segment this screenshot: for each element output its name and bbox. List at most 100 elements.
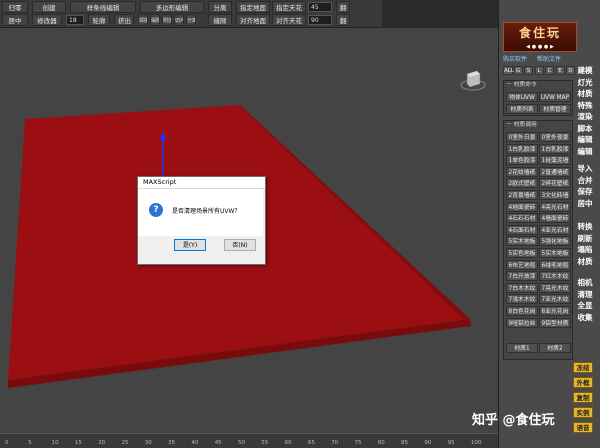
help-link[interactable]: 帮助文件: [537, 56, 561, 63]
filter-c[interactable]: C: [545, 66, 554, 75]
align-ceiling-button[interactable]: 对齐天花: [272, 14, 306, 26]
material-preset-button[interactable]: 6绒毛地毯: [539, 259, 571, 270]
material-cmd-button[interactable]: 物体UVW: [506, 92, 538, 102]
material-preset-button[interactable]: 9哑铝拉丝: [506, 317, 538, 328]
material-preset-button[interactable]: 4墙面瓷砖: [539, 213, 571, 224]
material-preset-button[interactable]: 2碎花壁纸: [539, 178, 571, 189]
material-preset-button[interactable]: 7亮光木纹: [539, 282, 571, 293]
side-tool-button[interactable]: 居中: [575, 198, 595, 209]
quick-tool-button[interactable]: 外框: [573, 377, 593, 388]
detach-button[interactable]: 分离: [208, 1, 232, 13]
material-preset-button[interactable]: 1白乳胶漆: [539, 143, 571, 154]
buy-link[interactable]: 购买软件: [503, 56, 527, 63]
material-preset-button[interactable]: 1硅藻泥墙: [539, 155, 571, 166]
gap-button[interactable]: 缝隙: [208, 14, 232, 26]
reset-button[interactable]: 归零: [2, 1, 28, 13]
side-tool-button[interactable]: 渲染: [575, 111, 595, 122]
material-cmd-button[interactable]: 材质列表: [506, 104, 538, 114]
assign-floor-button[interactable]: 指定地面: [236, 1, 270, 13]
extrude-button[interactable]: 挤出: [114, 14, 134, 26]
material-preset-button[interactable]: 1白乳胶漆: [506, 143, 538, 154]
material-preset-button[interactable]: 2背景墙纸: [506, 190, 538, 200]
material-preset-button[interactable]: 3文化砖墙: [539, 190, 571, 200]
collapse-button[interactable]: 塌陷: [150, 14, 160, 26]
spline-edit-button[interactable]: 样条线编辑: [70, 1, 136, 13]
side-tool-button[interactable]: 编辑: [575, 146, 595, 157]
material-preset-button[interactable]: 6布艺地毯: [506, 259, 538, 270]
modifier-button[interactable]: 修改器: [32, 14, 62, 26]
group-title[interactable]: － 材质命令: [504, 81, 572, 90]
side-tool-button[interactable]: 脚本: [575, 123, 595, 134]
side-tool-button[interactable]: 特殊: [575, 100, 595, 111]
quick-tool-button[interactable]: 实例: [573, 407, 593, 418]
material-preset-button[interactable]: 7白开放漆: [506, 271, 538, 282]
material-preset-button[interactable]: 5强化地板: [539, 236, 571, 247]
filter-all[interactable]: ALL: [503, 66, 514, 75]
side-tool-button[interactable]: 保存: [575, 186, 595, 197]
material-preset-button[interactable]: 7浅木木纹: [506, 294, 538, 305]
side-tool-button[interactable]: 材质: [575, 88, 595, 99]
material-preset-button[interactable]: 0室外夜景: [539, 132, 571, 142]
material-preset-button[interactable]: 9铝型材质: [539, 317, 571, 328]
weld-button[interactable]: 焊接: [138, 14, 148, 26]
material-preset-button[interactable]: 8亚光花岗: [539, 306, 571, 316]
material-preset-button[interactable]: 4石石石材: [506, 213, 538, 224]
side-tool-button[interactable]: 清理: [575, 289, 595, 300]
attach-button[interactable]: 附加: [162, 14, 172, 26]
logo-controls[interactable]: ◀ ● ● ● ▶: [504, 44, 576, 51]
assign-ceiling-button[interactable]: 指定天花: [272, 1, 306, 13]
split-button[interactable]: 分离: [186, 14, 196, 26]
outline-button[interactable]: 轮廓: [88, 14, 110, 26]
center-button[interactable]: 居中: [2, 14, 28, 26]
material-preset-button[interactable]: 4亚光石材: [539, 224, 571, 235]
material-preset-button[interactable]: 7亚光木纹: [539, 294, 571, 305]
material-preset-button[interactable]: 4亮光石材: [539, 201, 571, 212]
side-tool-button[interactable]: 材质: [575, 256, 595, 267]
filter-l[interactable]: L: [534, 66, 544, 75]
side-tool-button[interactable]: 导入: [575, 163, 595, 174]
material-cmd-button[interactable]: 材质管理: [539, 104, 571, 114]
side-tool-button[interactable]: 收集: [575, 312, 595, 323]
yes-button[interactable]: 是(Y): [174, 239, 206, 251]
side-tool-button[interactable]: 建模: [575, 65, 595, 76]
material-preset-button[interactable]: 2普通墙纸: [539, 166, 571, 177]
poly-edit-button[interactable]: 多边形编辑: [140, 1, 204, 13]
create-button[interactable]: 创建: [32, 1, 66, 13]
filter-d[interactable]: D: [566, 66, 575, 75]
timeline-ruler[interactable]: 0 5 10 15 20 25 30 35 40 45 50 55 60 65 70 75 80 85 90 95 10…: [0, 433, 498, 448]
material-preset-button[interactable]: 2花纹墙纸: [506, 166, 538, 177]
slice-button[interactable]: 切片: [174, 14, 184, 26]
angle-spinner[interactable]: 45: [308, 2, 332, 12]
side-tool-button[interactable]: 相机: [575, 277, 595, 288]
filter-s[interactable]: S: [524, 66, 533, 75]
flip-button[interactable]: 翻: [336, 1, 350, 13]
material-preset-button[interactable]: 4地面瓷砖: [506, 201, 538, 212]
material-slot-button[interactable]: 材质2: [539, 343, 571, 353]
side-tool-button[interactable]: 合并: [575, 175, 595, 186]
material-preset-button[interactable]: 0室外日景: [506, 132, 538, 142]
side-tool-button[interactable]: 编辑: [575, 134, 595, 145]
material-preset-button[interactable]: 5实木地板: [506, 236, 538, 247]
side-tool-button[interactable]: 塌陷: [575, 244, 595, 255]
material-preset-button[interactable]: 7红木木纹: [539, 271, 571, 282]
outline-spinner[interactable]: 18: [66, 15, 84, 25]
material-preset-button[interactable]: 8白色花岗: [506, 306, 538, 316]
align-floor-button[interactable]: 对齐地面: [236, 14, 270, 26]
group-title[interactable]: － 材质调用: [504, 121, 572, 130]
side-tool-button[interactable]: 转换: [575, 221, 595, 232]
no-button[interactable]: 否(N): [224, 239, 256, 251]
material-preset-button[interactable]: 1单色胶漆: [506, 155, 538, 166]
viewcube-icon[interactable]: [460, 68, 486, 92]
material-preset-button[interactable]: 4石面石材: [506, 224, 538, 235]
filter-g[interactable]: G: [513, 66, 523, 75]
side-tool-button[interactable]: 灯光: [575, 77, 595, 88]
material-preset-button[interactable]: 7白木木纹: [506, 282, 538, 293]
material-slot-button[interactable]: 材质1: [506, 343, 538, 353]
flip-button-2[interactable]: 翻: [336, 14, 350, 26]
quick-tool-button[interactable]: 冻结: [573, 362, 593, 373]
quick-tool-button[interactable]: 语音: [573, 422, 593, 433]
material-preset-button[interactable]: 5实木地板: [539, 248, 571, 258]
side-tool-button[interactable]: 全显: [575, 300, 595, 311]
quick-tool-button[interactable]: 复制: [573, 392, 593, 403]
side-tool-button[interactable]: 刷新: [575, 233, 595, 244]
